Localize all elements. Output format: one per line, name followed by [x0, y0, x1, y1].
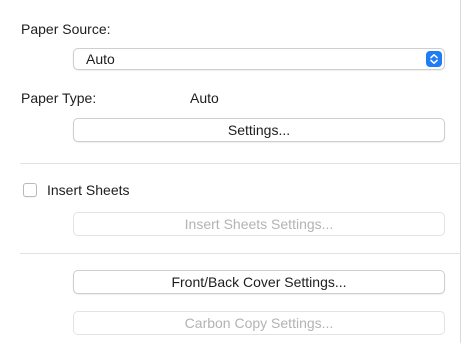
paper-source-value: Auto	[86, 51, 115, 67]
paper-type-label: Paper Type:	[21, 90, 97, 106]
settings-button[interactable]: Settings...	[73, 118, 445, 142]
insert-sheets-checkbox[interactable]	[23, 183, 37, 197]
print-options-panel: Paper Source: Auto Paper Type: Auto Sett…	[0, 0, 461, 343]
divider	[20, 163, 461, 164]
paper-source-label: Paper Source:	[21, 21, 111, 37]
chevron-up-down-icon[interactable]	[426, 51, 442, 67]
paper-source-popup[interactable]: Auto	[73, 48, 445, 70]
front-back-cover-settings-button[interactable]: Front/Back Cover Settings...	[73, 270, 445, 294]
carbon-copy-settings-button[interactable]: Carbon Copy Settings...	[73, 311, 445, 335]
paper-type-value: Auto	[190, 90, 219, 106]
divider	[20, 253, 461, 254]
insert-sheets-settings-button[interactable]: Insert Sheets Settings...	[73, 212, 445, 236]
insert-sheets-label[interactable]: Insert Sheets	[47, 181, 130, 199]
